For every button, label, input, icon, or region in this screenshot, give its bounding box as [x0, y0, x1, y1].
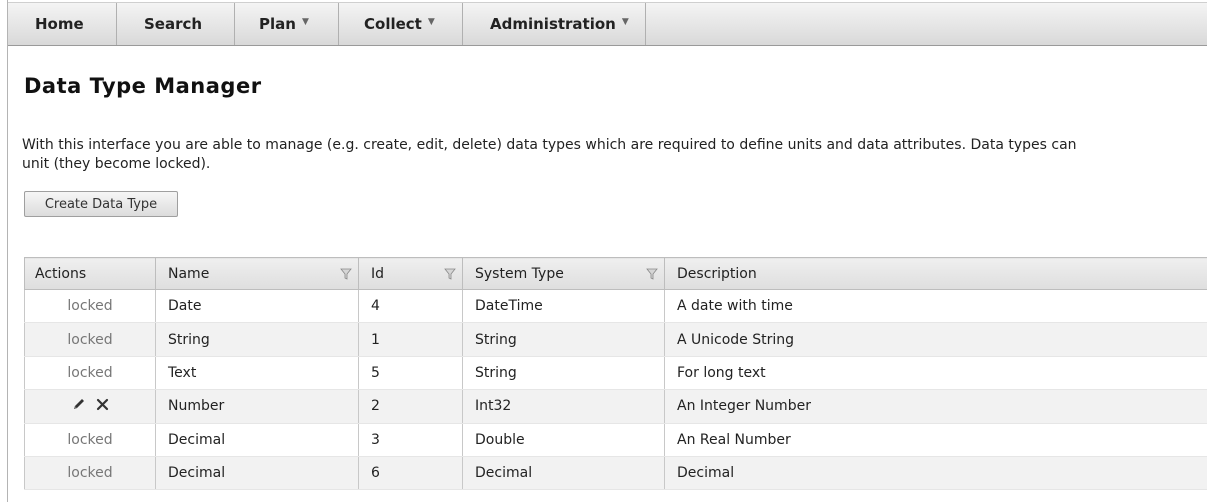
table-header-row: Actions Name Id System Type Description: [24, 257, 1207, 290]
cell-id: 5: [358, 356, 463, 391]
col-header-actions: Actions: [24, 257, 156, 290]
cell-id: 6: [358, 456, 463, 491]
data-types-table: Actions Name Id System Type Description: [24, 257, 1207, 491]
caret-down-icon: ▼: [301, 17, 309, 27]
cell-name: Date: [155, 289, 359, 324]
intro-text: With this interface you are able to mana…: [22, 136, 1202, 174]
page-title: Data Type Manager: [24, 74, 262, 98]
col-header-description[interactable]: Description: [664, 257, 1207, 290]
cell-id: 4: [358, 289, 463, 324]
caret-down-icon: ▼: [427, 17, 435, 27]
cell-actions-locked: locked: [24, 456, 156, 491]
col-header-system-type[interactable]: System Type: [462, 257, 665, 290]
col-header-name[interactable]: Name: [155, 257, 359, 290]
nav-administration-label: Administration: [490, 15, 616, 33]
cell-name: Decimal: [155, 456, 359, 491]
cell-name: String: [155, 322, 359, 357]
nav-collect[interactable]: Collect ▼: [339, 3, 463, 45]
nav-plan-label: Plan: [259, 15, 296, 33]
caret-down-icon: ▼: [621, 17, 629, 27]
data-types-grid: Actions Name Id System Type Description: [24, 257, 1207, 491]
nav-search-label: Search: [144, 15, 203, 33]
table-row[interactable]: Number 2 Int32 An Integer Number: [24, 389, 1207, 424]
cell-description: A date with time: [664, 289, 1207, 324]
filter-icon[interactable]: [646, 268, 658, 280]
cell-description: Decimal: [664, 456, 1207, 491]
table-row[interactable]: locked String 1 String A Unicode String: [24, 322, 1207, 357]
nav-search[interactable]: Search: [117, 3, 235, 45]
table-row[interactable]: locked Decimal 6 Decimal Decimal: [24, 456, 1207, 491]
nav-administration[interactable]: Administration ▼: [463, 3, 646, 45]
cell-name: Decimal: [155, 423, 359, 457]
table-row[interactable]: locked Text 5 String For long text: [24, 356, 1207, 391]
cell-name: Text: [155, 356, 359, 391]
cell-description: A Unicode String: [664, 322, 1207, 357]
cell-system-type: String: [462, 322, 665, 357]
cell-actions-editable: [24, 389, 156, 424]
intro-line-1: With this interface you are able to mana…: [22, 137, 1077, 153]
nav-home[interactable]: Home: [8, 3, 117, 45]
col-header-id[interactable]: Id: [358, 257, 463, 290]
cell-description: An Real Number: [664, 423, 1207, 457]
cell-system-type: DateTime: [462, 289, 665, 324]
table-row[interactable]: locked Date 4 DateTime A date with time: [24, 289, 1207, 324]
cell-description: An Integer Number: [664, 389, 1207, 424]
cell-system-type: Double: [462, 423, 665, 457]
cell-id: 1: [358, 322, 463, 357]
top-navbar: Home Search Plan ▼ Collect ▼ Administrat…: [8, 2, 1207, 46]
cell-description: For long text: [664, 356, 1207, 391]
cell-actions-locked: locked: [24, 356, 156, 391]
intro-line-2: unit (they become locked).: [22, 156, 211, 172]
filter-icon[interactable]: [444, 268, 456, 280]
table-row[interactable]: locked Decimal 3 Double An Real Number: [24, 423, 1207, 457]
filter-icon[interactable]: [340, 268, 352, 280]
nav-plan[interactable]: Plan ▼: [235, 3, 339, 45]
page-left-border: [7, 0, 8, 502]
cell-actions-locked: locked: [24, 322, 156, 357]
cell-actions-locked: locked: [24, 289, 156, 324]
cell-actions-locked: locked: [24, 423, 156, 457]
nav-collect-label: Collect: [364, 15, 422, 33]
cell-id: 3: [358, 423, 463, 457]
cell-system-type: String: [462, 356, 665, 391]
pencil-icon[interactable]: [72, 397, 86, 415]
cell-name: Number: [155, 389, 359, 424]
nav-home-label: Home: [35, 15, 84, 33]
cell-id: 2: [358, 389, 463, 424]
cell-system-type: Decimal: [462, 456, 665, 491]
cell-system-type: Int32: [462, 389, 665, 424]
close-icon[interactable]: [96, 398, 109, 415]
create-data-type-button[interactable]: Create Data Type: [24, 191, 178, 217]
